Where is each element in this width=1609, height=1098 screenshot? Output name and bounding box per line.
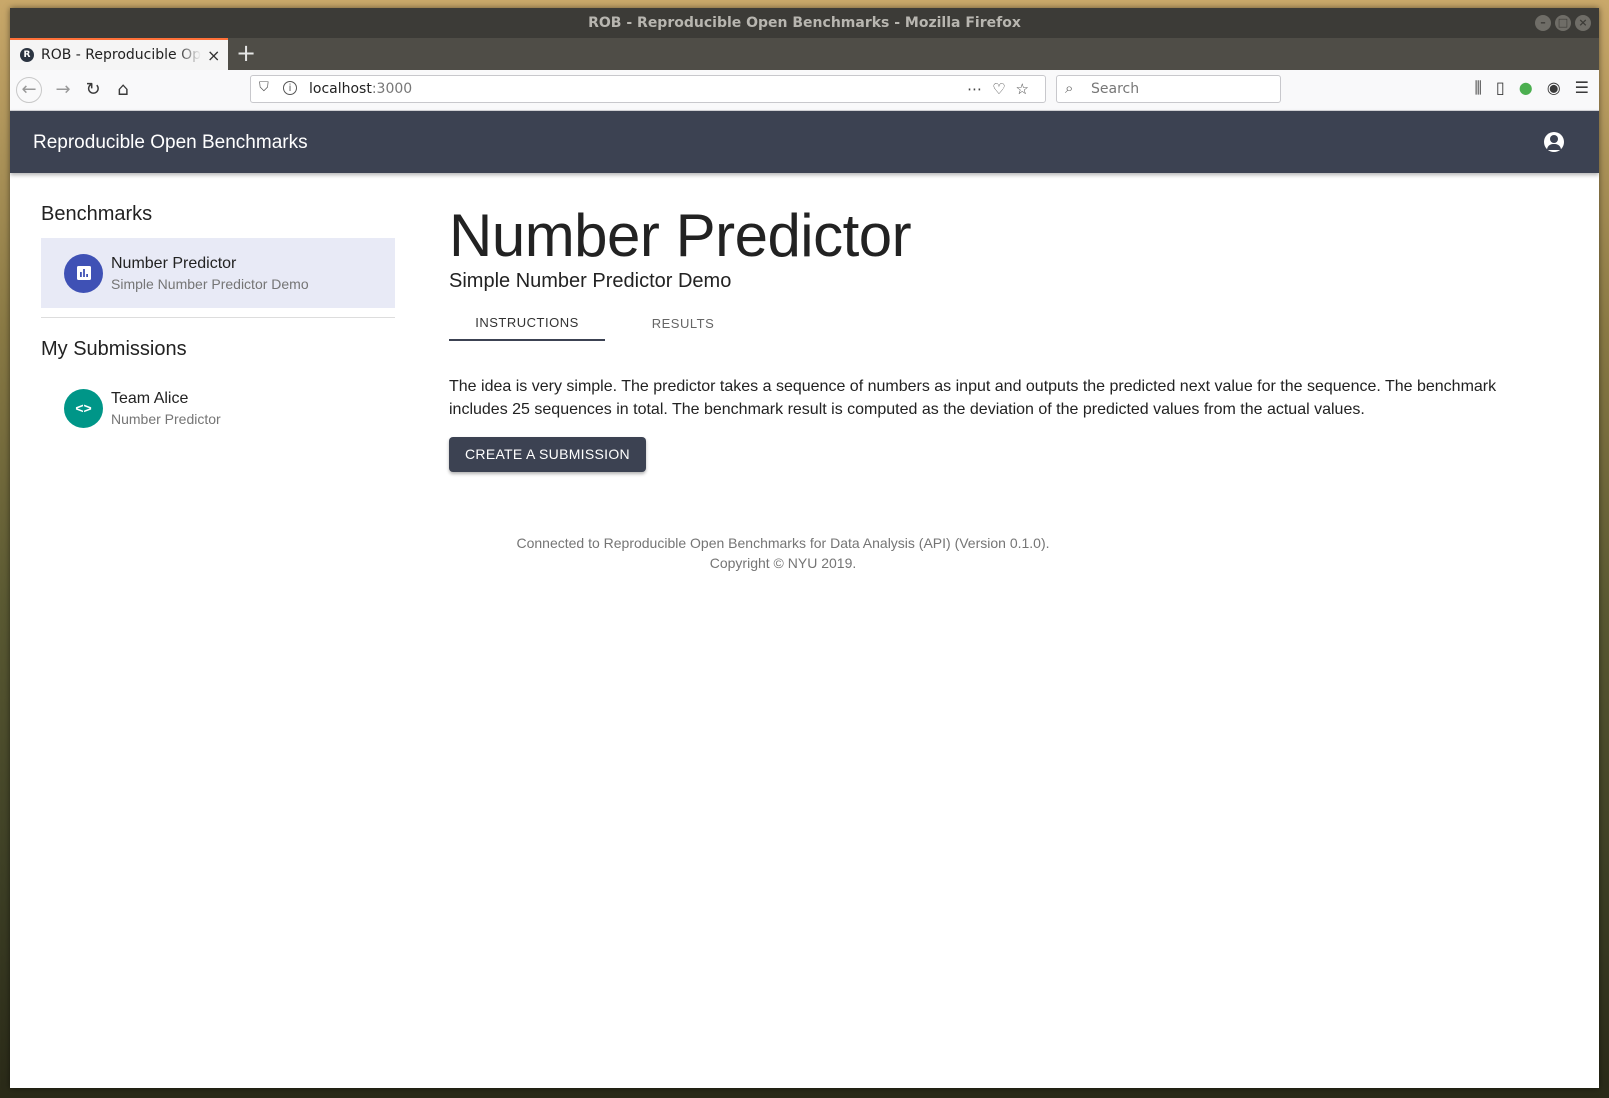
benchmark-text: Number Predictor Simple Number Predictor…: [111, 255, 309, 292]
benchmark-description: Simple Number Predictor Demo: [111, 275, 309, 292]
api-connection-text: Connected to Reproducible Open Benchmark…: [516, 535, 1050, 551]
benchmark-name: Number Predictor: [111, 254, 237, 272]
app-content: Benchmarks Number Predictor Simple Numbe…: [10, 173, 1599, 1073]
url-text[interactable]: localhost:3000: [309, 76, 412, 102]
window-title: ROB - Reproducible Open Benchmarks - Moz…: [588, 15, 1021, 31]
bar-chart-icon: [64, 253, 103, 293]
tab-strip: R ROB - Reproducible Open Benchmarks × +: [10, 38, 1599, 70]
search-bar[interactable]: ⌕ Search: [1056, 75, 1281, 103]
sidebar: Benchmarks Number Predictor Simple Numbe…: [41, 203, 395, 443]
minimize-button[interactable]: –: [1535, 15, 1551, 31]
sidebar-divider: [41, 317, 395, 318]
tracking-protection-icon[interactable]: ⛉: [259, 80, 269, 95]
close-window-button[interactable]: ×: [1575, 15, 1591, 31]
app-bar: Reproducible Open Benchmarks: [10, 111, 1599, 173]
instructions-text: The idea is very simple. The predictor t…: [449, 378, 1497, 418]
new-tab-button[interactable]: +: [234, 38, 258, 70]
tab-title: ROB - Reproducible Open Benchmarks: [41, 47, 201, 63]
home-button[interactable]: ⌂: [110, 77, 136, 103]
window-titlebar: ROB - Reproducible Open Benchmarks - Moz…: [10, 8, 1599, 38]
submission-name: Team Alice: [111, 389, 189, 407]
pocket-icon[interactable]: ♡: [992, 80, 1015, 98]
window-controls: – □ ×: [1535, 15, 1591, 31]
page-subtitle: Simple Number Predictor Demo: [449, 270, 732, 292]
submission-text: Team Alice Number Predictor: [111, 390, 221, 427]
sidebar-toggle-icon[interactable]: ▯: [1496, 78, 1505, 98]
url-port: :3000: [371, 81, 413, 97]
browser-window: ROB - Reproducible Open Benchmarks - Moz…: [10, 8, 1599, 1088]
account-icon[interactable]: ◉: [1547, 78, 1561, 98]
submission-item[interactable]: <> Team Alice Number Predictor: [41, 373, 395, 443]
close-tab-icon[interactable]: ×: [207, 46, 220, 65]
page-title: Number Predictor: [449, 202, 912, 269]
main-panel: Number Predictor Simple Number Predictor…: [449, 200, 1539, 472]
more-actions-icon[interactable]: ⋯: [967, 80, 992, 98]
footer: Connected to Reproducible Open Benchmark…: [10, 533, 1556, 573]
toolbar-icons: ⫼ ▯ ● ◉ ☰: [1475, 78, 1589, 98]
tab-instructions[interactable]: INSTRUCTIONS: [449, 305, 605, 341]
tab-results[interactable]: RESULTS: [605, 305, 761, 341]
code-icon: <>: [64, 388, 103, 428]
url-bar[interactable]: ⛉ i localhost:3000 ⋯♡☆: [250, 75, 1046, 103]
back-button[interactable]: ←: [16, 77, 42, 103]
library-icon[interactable]: ⫼: [1475, 78, 1482, 98]
benchmarks-heading: Benchmarks: [41, 203, 153, 225]
copyright-text: Copyright © NYU 2019.: [709, 555, 857, 571]
search-placeholder: Search: [1091, 81, 1140, 97]
menu-icon[interactable]: ☰: [1575, 78, 1589, 98]
user-account-icon[interactable]: [1544, 132, 1564, 152]
submissions-heading: My Submissions: [41, 338, 187, 360]
favicon-icon: R: [20, 48, 34, 62]
navigation-toolbar: ← → ↻ ⌂ ⛉ i localhost:3000 ⋯♡☆ ⌕ Search …: [10, 70, 1599, 111]
app-title[interactable]: Reproducible Open Benchmarks: [33, 111, 308, 175]
page-actions: ⋯♡☆: [967, 76, 1039, 102]
url-host: localhost: [309, 81, 372, 97]
maximize-button[interactable]: □: [1555, 15, 1571, 31]
extension-icon[interactable]: ●: [1519, 78, 1533, 98]
reload-button[interactable]: ↻: [80, 77, 106, 103]
bookmark-star-icon[interactable]: ☆: [1016, 80, 1039, 98]
tab-bar: INSTRUCTIONS RESULTS: [449, 305, 1539, 341]
site-info-icon[interactable]: i: [283, 81, 297, 95]
forward-button[interactable]: →: [50, 77, 76, 103]
submission-benchmark: Number Predictor: [111, 410, 221, 427]
search-icon: ⌕: [1065, 79, 1074, 97]
create-submission-button[interactable]: CREATE A SUBMISSION: [449, 437, 646, 472]
browser-tab[interactable]: R ROB - Reproducible Open Benchmarks ×: [10, 38, 228, 70]
benchmark-item[interactable]: Number Predictor Simple Number Predictor…: [41, 238, 395, 308]
